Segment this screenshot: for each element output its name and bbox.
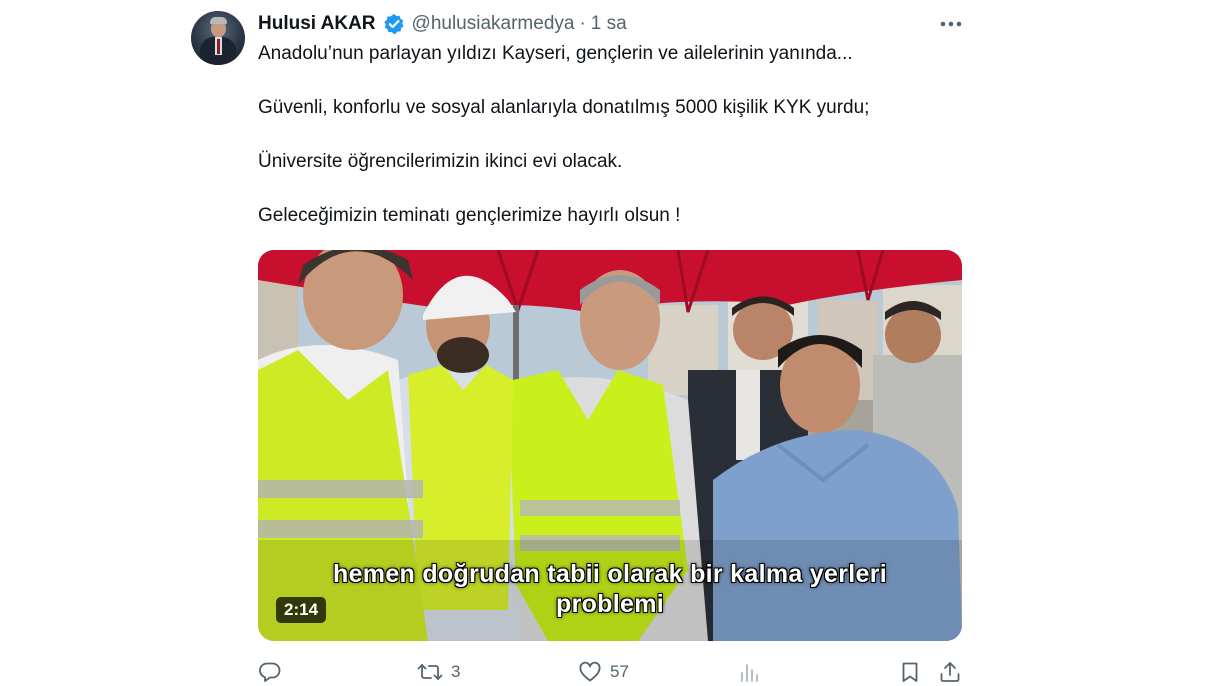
- video-subtitle-line-1: hemen doğrudan tabii olarak bir kalma ye…: [333, 560, 887, 588]
- views-icon: [741, 664, 758, 682]
- avatar-hair: [210, 17, 227, 24]
- tweet-text-line-4: Geleceğimizin teminatı gençlerimize hayı…: [258, 205, 681, 226]
- timestamp[interactable]: 1 sa: [591, 13, 627, 35]
- views-button[interactable]: [738, 658, 762, 686]
- reply-icon: [259, 662, 281, 682]
- tweet-text-line-1: Anadolu’nun parlayan yıldızı Kayseri, ge…: [258, 43, 853, 64]
- video-duration-badge: 2:14: [276, 597, 327, 623]
- tweet-text-line-3: Üniversite öğrencilerimizin ikinci evi o…: [258, 151, 623, 172]
- separator-dot: ·: [579, 13, 586, 34]
- avatar[interactable]: [191, 11, 245, 65]
- verified-badge-icon[interactable]: [383, 13, 405, 35]
- share-icon: [940, 662, 960, 682]
- bookmark-icon: [902, 662, 918, 682]
- more-options-icon[interactable]: [936, 11, 966, 37]
- tweet[interactable]: Hulusi AKAR @hulusiakarmedya · 1 sa Anad…: [0, 0, 1214, 686]
- like-count: 57: [610, 662, 629, 681]
- share-button[interactable]: [938, 658, 962, 686]
- display-name[interactable]: Hulusi AKAR: [258, 13, 376, 35]
- tweet-header: Hulusi AKAR @hulusiakarmedya · 1 sa: [258, 11, 627, 37]
- tweet-text-line-2: Güvenli, konforlu ve sosyal alanlarıyla …: [258, 97, 870, 118]
- heart-icon: [579, 661, 601, 682]
- bookmark-button[interactable]: [898, 658, 922, 686]
- avatar-tie: [217, 39, 220, 54]
- retweet-icon: [417, 664, 443, 680]
- retweet-count: 3: [451, 662, 461, 681]
- video-subtitle-line-2: problemi: [556, 590, 664, 618]
- like-button[interactable]: 57: [578, 658, 629, 686]
- reply-button[interactable]: [258, 658, 282, 686]
- retweet-button[interactable]: 3: [417, 658, 460, 686]
- user-handle[interactable]: @hulusiakarmedya: [412, 13, 575, 35]
- video-player[interactable]: hemen doğrudan tabii olarak bir kalma ye…: [258, 250, 962, 641]
